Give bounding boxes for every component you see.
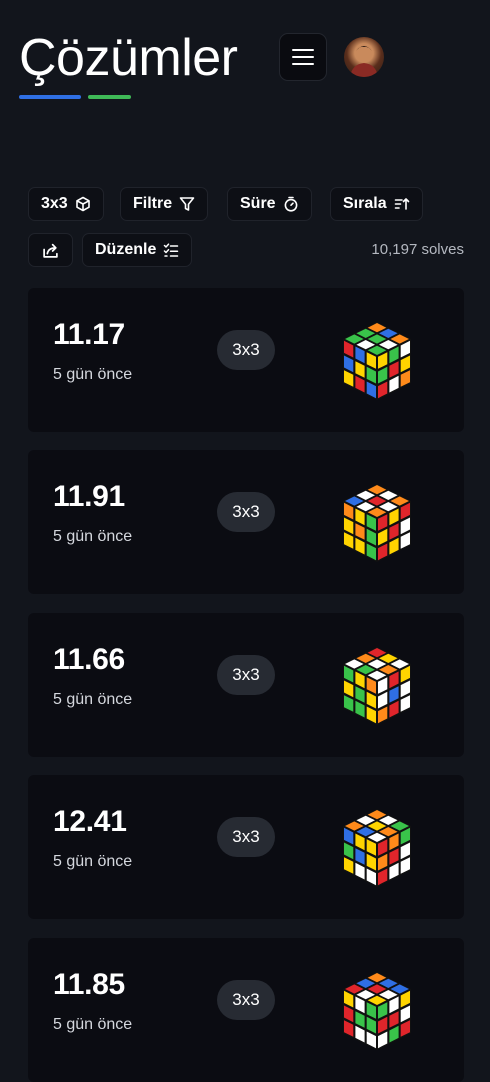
solve-date: 5 gün önce (53, 853, 133, 870)
sort-button[interactable]: Sırala (330, 187, 423, 221)
solve-date: 5 gün önce (53, 528, 133, 545)
header: Çözümler (19, 28, 238, 88)
puzzle-badge: 3x3 (217, 980, 275, 1020)
solve-count: 10,197 solves (371, 241, 464, 258)
filter-icon (179, 197, 195, 211)
menu-button[interactable] (279, 33, 327, 81)
cube-icon (75, 196, 90, 212)
solve-card[interactable]: 11.17 5 gün önce 3x3 (28, 288, 464, 432)
solve-time: 11.85 (53, 968, 125, 1001)
cube-preview (343, 322, 411, 400)
stopwatch-icon (284, 196, 297, 212)
puzzle-type-button[interactable]: 3x3 (28, 187, 104, 221)
cube-preview (343, 484, 411, 562)
time-label: Süre (240, 195, 276, 212)
edit-label: Düzenle (95, 241, 157, 258)
cube-preview (343, 972, 411, 1050)
export-button[interactable] (28, 233, 73, 267)
puzzle-type-label: 3x3 (41, 195, 68, 212)
underline-green (88, 95, 131, 99)
puzzle-badge: 3x3 (217, 492, 275, 532)
filter-button[interactable]: Filtre (120, 187, 209, 221)
solve-card[interactable]: 11.91 5 gün önce 3x3 (28, 450, 464, 594)
solve-card[interactable]: 11.66 5 gün önce 3x3 (28, 613, 464, 757)
solve-card[interactable]: 11.85 5 gün önce 3x3 (28, 938, 464, 1082)
solve-time: 11.17 (53, 318, 125, 351)
solve-date: 5 gün önce (53, 366, 133, 383)
checklist-icon (164, 243, 179, 257)
page-title: Çözümler (19, 29, 238, 87)
puzzle-badge: 3x3 (217, 817, 275, 857)
cube-preview (343, 647, 411, 725)
solve-date: 5 gün önce (53, 1016, 133, 1033)
solve-time: 11.91 (53, 480, 125, 513)
puzzle-badge: 3x3 (217, 330, 275, 370)
filter-label: Filtre (133, 195, 173, 212)
solve-date: 5 gün önce (53, 691, 133, 708)
sort-label: Sırala (343, 195, 387, 212)
hamburger-icon (292, 49, 314, 65)
solve-card[interactable]: 12.41 5 gün önce 3x3 (28, 775, 464, 919)
solve-time: 12.41 (53, 805, 127, 838)
edit-button[interactable]: Düzenle (82, 233, 193, 267)
underline-blue (19, 95, 81, 99)
cube-preview (343, 809, 411, 887)
avatar[interactable] (344, 37, 384, 77)
sort-icon (394, 198, 409, 210)
solve-time: 11.66 (53, 643, 125, 676)
puzzle-badge: 3x3 (217, 655, 275, 695)
share-icon (43, 243, 58, 258)
time-button[interactable]: Süre (227, 187, 312, 221)
